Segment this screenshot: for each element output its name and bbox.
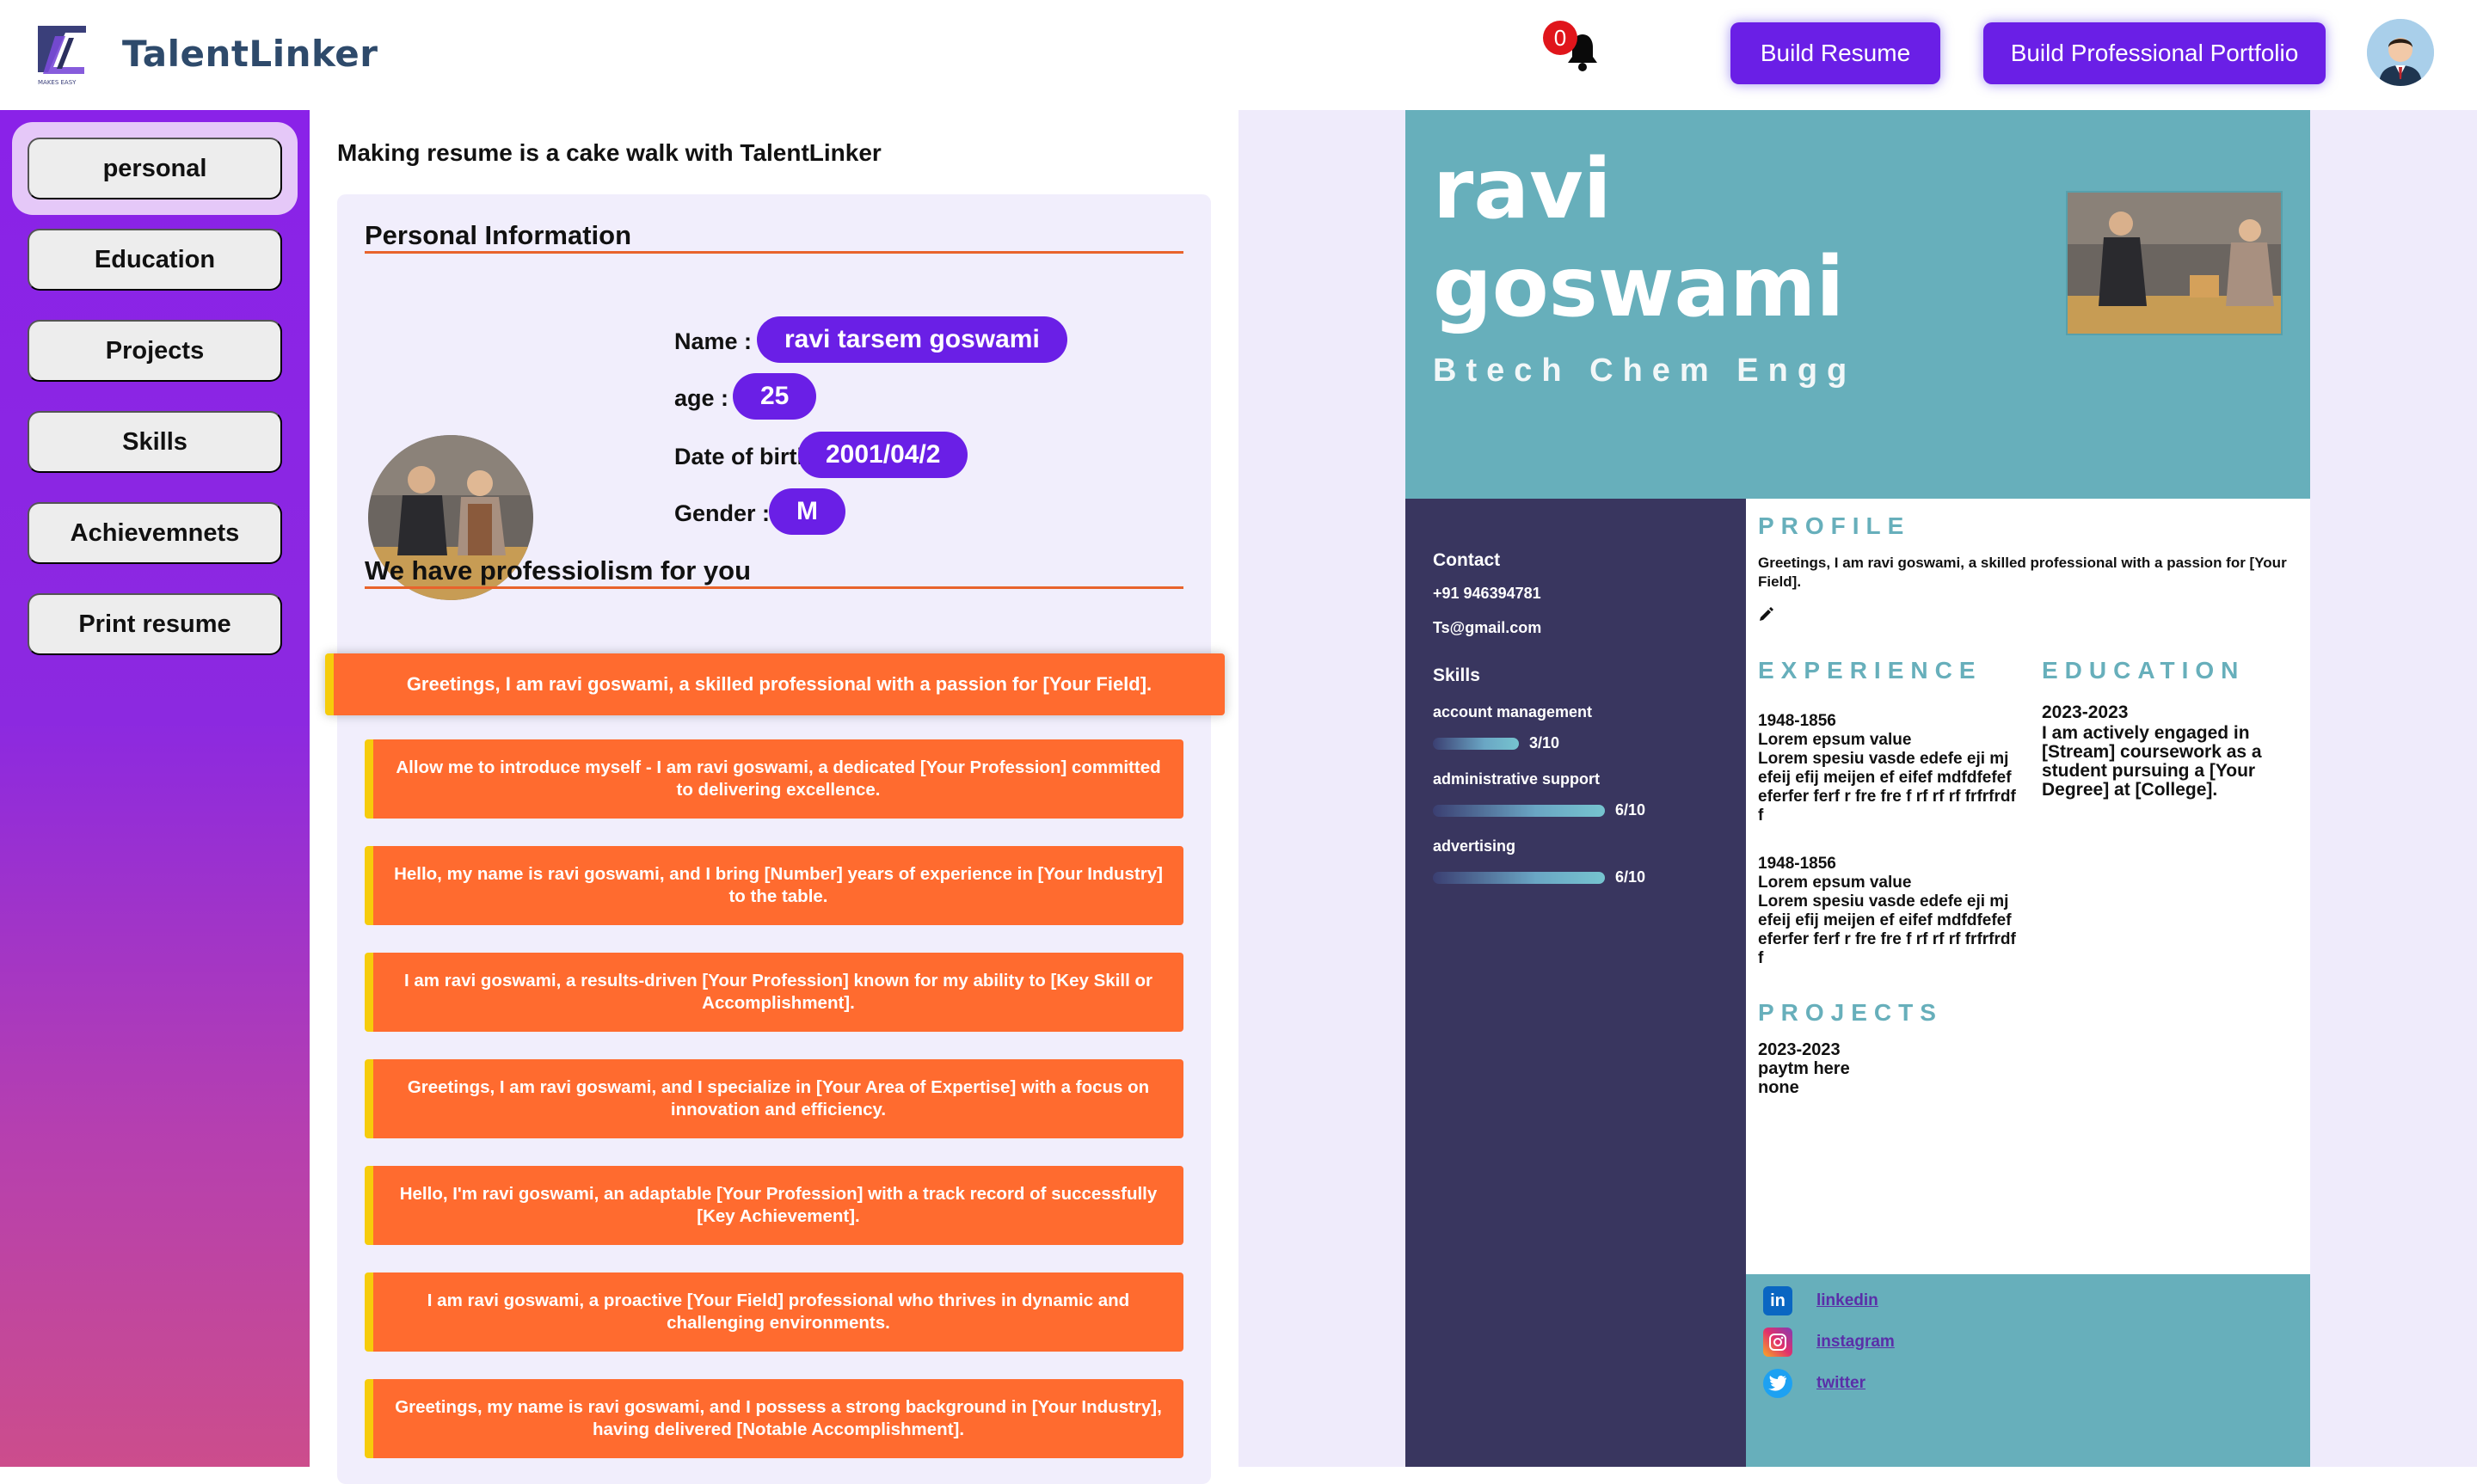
experience-desc: Lorem spesiu vasde edefe eji mj efeij ef… (1758, 750, 2016, 825)
greeting-option[interactable]: Allow me to introduce myself - I am ravi… (365, 739, 1183, 819)
nav-projects-button[interactable]: Projects (28, 320, 282, 382)
social-instagram[interactable]: instagram (1763, 1328, 1895, 1357)
education-text: I am actively engaged in [Stream] course… (2042, 723, 2262, 800)
nav-skills-button[interactable]: Skills (28, 411, 282, 473)
personal-form-panel: Making resume is a cake walk with Talent… (310, 110, 1238, 1484)
skill-name: administrative support (1433, 770, 1601, 788)
instagram-icon (1763, 1328, 1792, 1357)
skill-level-bar (1433, 738, 1519, 750)
experience-title: Lorem epsum value (1758, 874, 1912, 892)
education-heading: EDUCATION (2042, 657, 2246, 684)
professionalism-title: We have professiolism for you (365, 555, 752, 586)
resume-last-name: goswami (1433, 239, 1845, 335)
nav-education-button[interactable]: Education (28, 229, 282, 291)
profile-heading: PROFILE (1758, 512, 1911, 539)
resume-preview: ravi goswami Btech Chem Engg Contact +91… (1405, 110, 2310, 1467)
linkedin-link[interactable]: linkedin (1816, 1291, 1878, 1310)
notification-count-badge: 0 (1543, 21, 1577, 55)
greeting-option-selected[interactable]: Greetings, I am ravi goswami, a skilled … (325, 653, 1225, 715)
profile-text: Greetings, I am ravi goswami, a skilled … (1758, 555, 2287, 590)
age-value[interactable]: 25 (733, 373, 817, 420)
resume-header: ravi goswami Btech Chem Engg (1405, 110, 2310, 499)
skill-name: advertising (1433, 837, 1516, 855)
section-divider (365, 251, 1183, 254)
greeting-option[interactable]: I am ravi goswami, a proactive [Your Fie… (365, 1272, 1183, 1352)
education-years: 2023-2023 (2042, 702, 2129, 722)
social-linkedin[interactable]: in linkedin (1763, 1286, 1878, 1315)
contact-phone: +91 946394781 (1433, 585, 1541, 602)
resume-first-name: ravi (1433, 141, 1612, 237)
skill-level-bar (1433, 805, 1605, 817)
twitter-link[interactable]: twitter (1816, 1374, 1865, 1393)
experience-years: 1948-1856 (1758, 712, 1836, 730)
resume-social-footer: in linkedin instagram twitter (1746, 1274, 2310, 1467)
talentlinker-logo[interactable]: MAKES EASY (34, 19, 91, 88)
project-desc: none (1758, 1078, 1799, 1097)
greeting-option[interactable]: Hello, my name is ravi goswami, and I br… (365, 846, 1183, 925)
experience-title: Lorem epsum value (1758, 731, 1912, 749)
nav-personal-button[interactable]: personal (28, 138, 282, 199)
user-avatar[interactable] (2367, 19, 2434, 86)
nav-achievements-button[interactable]: Achievemnets (28, 502, 282, 564)
name-value[interactable]: ravi tarsem goswami (757, 316, 1067, 363)
greeting-option[interactable]: Hello, I'm ravi goswami, an adaptable [Y… (365, 1166, 1183, 1245)
experience-years: 1948-1856 (1758, 855, 1836, 873)
build-resume-button[interactable]: Build Resume (1730, 22, 1940, 84)
skill-score: 6/10 (1615, 868, 1646, 886)
page-tagline: Making resume is a cake walk with Talent… (337, 139, 882, 166)
project-name: paytm here (1758, 1059, 1850, 1078)
dob-value[interactable]: 2001/04/2 (798, 432, 968, 478)
resume-degree: Btech Chem Engg (1433, 353, 1857, 389)
edit-pencil-icon[interactable] (1758, 605, 1775, 622)
greeting-option[interactable]: I am ravi goswami, a results-driven [You… (365, 953, 1183, 1032)
age-label: age : (674, 385, 729, 411)
name-label: Name : (674, 328, 753, 354)
contact-title: Contact (1433, 550, 1501, 570)
skill-level-bar (1433, 872, 1605, 884)
skill-score: 3/10 (1529, 734, 1560, 751)
projects-heading: PROJECTS (1758, 999, 1943, 1026)
social-twitter[interactable]: twitter (1763, 1369, 1865, 1398)
linkedin-icon: in (1763, 1286, 1792, 1315)
section-sidebar: personal Education Projects Skills Achie… (0, 110, 310, 1467)
gender-label: Gender : (674, 500, 771, 526)
top-header: MAKES EASY TalentLinker 0 Build Resume B… (0, 0, 2477, 110)
skill-name: account management (1433, 703, 1593, 721)
twitter-icon (1763, 1369, 1792, 1398)
section-divider (365, 586, 1183, 589)
experience-desc: Lorem spesiu vasde edefe eji mj efeij ef… (1758, 892, 2016, 967)
resume-photo (2066, 191, 2283, 335)
skill-score: 6/10 (1615, 801, 1646, 819)
nav-print-resume-button[interactable]: Print resume (28, 593, 282, 655)
brand-name: TalentLinker (122, 33, 378, 75)
greeting-option[interactable]: Greetings, my name is ravi goswami, and … (365, 1379, 1183, 1458)
gender-value[interactable]: M (769, 488, 845, 535)
contact-email: Ts@gmail.com (1433, 619, 1542, 636)
project-years: 2023-2023 (1758, 1040, 1841, 1059)
skills-title: Skills (1433, 665, 1480, 685)
resume-sidebar: Contact +91 946394781 Ts@gmail.com Skill… (1405, 499, 1746, 1467)
greeting-option[interactable]: Greetings, I am ravi goswami, and I spec… (365, 1059, 1183, 1138)
personal-info-title: Personal Information (365, 220, 632, 250)
instagram-link[interactable]: instagram (1816, 1333, 1895, 1352)
experience-heading: EXPERIENCE (1758, 657, 1982, 684)
notifications[interactable]: 0 (1543, 21, 1600, 76)
svg-text:MAKES EASY: MAKES EASY (38, 79, 77, 86)
build-portfolio-button[interactable]: Build Professional Portfolio (1983, 22, 2326, 84)
